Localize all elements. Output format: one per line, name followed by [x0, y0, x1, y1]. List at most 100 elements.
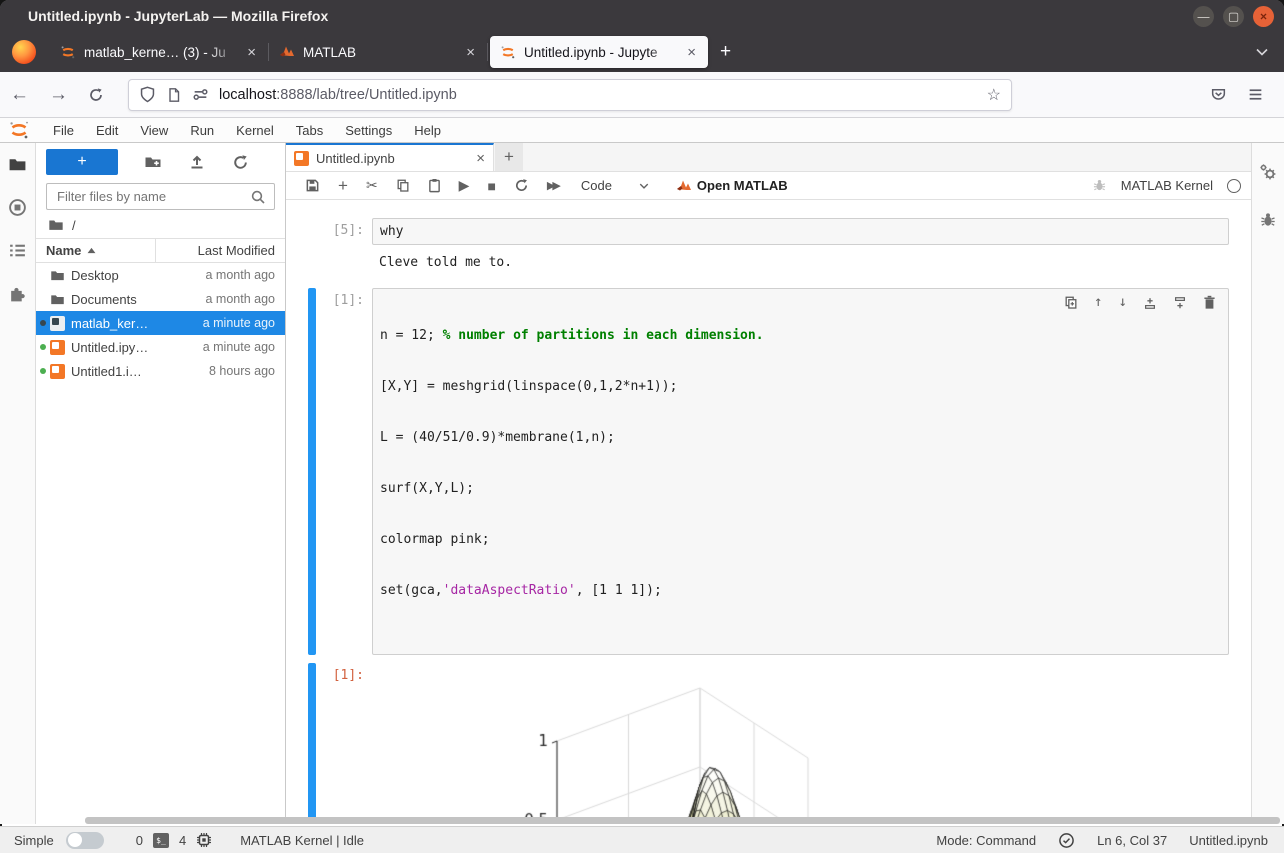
- menu-file[interactable]: File: [42, 123, 85, 138]
- notification-check-icon[interactable]: [1058, 832, 1075, 849]
- input-collapser-active[interactable]: [308, 288, 316, 655]
- kernel-name[interactable]: MATLAB Kernel: [1121, 178, 1213, 193]
- breadcrumb-root[interactable]: /: [72, 218, 76, 233]
- filter-files-text[interactable]: [55, 188, 250, 205]
- bookmark-star-icon[interactable]: ☆: [987, 85, 1001, 105]
- window-titlebar[interactable]: Untitled.ipynb - JupyterLab — Mozilla Fi…: [0, 0, 1284, 32]
- file-row-matlab-kernel-selected[interactable]: matlab_ker… a minute ago: [36, 311, 285, 335]
- table-of-contents-tab list-icon[interactable]: [8, 241, 27, 260]
- list-all-tabs-button[interactable]: [1254, 44, 1270, 60]
- pocket-icon[interactable]: [1200, 82, 1237, 107]
- input-collapser[interactable]: [308, 218, 316, 245]
- tab-close-icon[interactable]: ×: [683, 44, 700, 61]
- run-all-icon[interactable]: ▶▶: [538, 179, 567, 192]
- home-folder-icon[interactable]: [48, 217, 64, 233]
- menu-kernel[interactable]: Kernel: [225, 123, 285, 138]
- menu-view[interactable]: View: [129, 123, 179, 138]
- shield-icon[interactable]: [139, 86, 156, 103]
- file-row-documents[interactable]: Documents a month ago: [36, 287, 285, 311]
- insert-below-icon[interactable]: [1173, 296, 1187, 310]
- code-editor[interactable]: n = 12; % number of partitions in each d…: [372, 288, 1229, 655]
- file-row-untitled1[interactable]: Untitled1.i… 8 hours ago: [36, 359, 285, 383]
- firefox-window: Untitled.ipynb - JupyterLab — Mozilla Fi…: [0, 0, 1284, 853]
- cut-icon[interactable]: ✂: [357, 177, 387, 194]
- column-name[interactable]: Name: [46, 239, 156, 262]
- code-cell-2-active[interactable]: [1]: n = 12; % number of partitions in e…: [308, 288, 1229, 655]
- menu-tabs[interactable]: Tabs: [285, 123, 334, 138]
- new-folder-icon[interactable]: [144, 153, 162, 171]
- property-inspector-tab gears-icon[interactable]: [1259, 163, 1277, 181]
- insert-above-icon[interactable]: [1143, 296, 1157, 310]
- menu-edit[interactable]: Edit: [85, 123, 129, 138]
- notebook-toolbar: + ✂ ▶ ■ ▶▶ Code: [286, 172, 1251, 200]
- new-tab-button[interactable]: +: [710, 39, 741, 65]
- output-collapser-active[interactable]: [308, 663, 316, 824]
- url-bar[interactable]: localhost:8888/lab/tree/Untitled.ipynb ☆: [128, 79, 1012, 111]
- forward-button[interactable]: →: [39, 80, 78, 110]
- kernel-status[interactable]: MATLAB Kernel | Idle: [240, 833, 364, 848]
- filter-files-input[interactable]: [46, 183, 275, 210]
- close-tab-icon[interactable]: ×: [476, 150, 485, 167]
- refresh-icon[interactable]: [232, 154, 249, 171]
- horizontal-scrollbar-thumb[interactable]: [85, 817, 1280, 824]
- running-sessions-tab running-icon[interactable]: [8, 198, 27, 217]
- tab-close-icon[interactable]: ×: [462, 44, 479, 61]
- stop-icon[interactable]: ■: [478, 178, 504, 194]
- menu-run[interactable]: Run: [179, 123, 225, 138]
- cell-type-dropdown[interactable]: Code: [581, 178, 650, 193]
- browser-tab-3-active[interactable]: Untitled.ipynb - Jupyte ×: [490, 36, 708, 68]
- jupyter-icon: [500, 44, 516, 60]
- jupyterlab-menubar: File Edit View Run Kernel Tabs Settings …: [0, 118, 1284, 143]
- new-notebook-tab-button[interactable]: +: [495, 143, 523, 171]
- file-browser-tab folder-icon[interactable]: [8, 155, 27, 174]
- copy-icon[interactable]: [387, 178, 419, 193]
- code-editor[interactable]: why: [372, 218, 1229, 245]
- tab-close-icon[interactable]: ×: [243, 44, 260, 61]
- command-mode-indicator[interactable]: Mode: Command: [936, 833, 1036, 848]
- column-last-modified[interactable]: Last Modified: [156, 243, 275, 258]
- kernel-idle-circle-icon[interactable]: [1227, 179, 1241, 193]
- debugger-tab bug-icon[interactable]: [1259, 211, 1277, 229]
- save-icon[interactable]: [296, 178, 329, 193]
- menu-settings[interactable]: Settings: [334, 123, 403, 138]
- notebook-tab[interactable]: Untitled.ipynb ×: [286, 143, 494, 171]
- page-icon[interactable]: [166, 87, 182, 103]
- folder-icon: [50, 268, 65, 283]
- breadcrumb[interactable]: /: [36, 212, 285, 238]
- close-button[interactable]: ×: [1253, 6, 1274, 27]
- delete-cell-icon trash-icon[interactable]: [1203, 295, 1216, 310]
- add-cell-icon[interactable]: +: [329, 176, 357, 196]
- open-matlab-button[interactable]: Open MATLAB: [676, 178, 788, 194]
- upload-icon[interactable]: [188, 153, 206, 171]
- new-launcher-button plus-icon[interactable]: +: [46, 149, 118, 175]
- file-row-untitled[interactable]: Untitled.ipy… a minute ago: [36, 335, 285, 359]
- bug-icon[interactable]: [1092, 178, 1107, 193]
- back-button[interactable]: ←: [0, 80, 39, 110]
- minimize-button[interactable]: —: [1193, 6, 1214, 27]
- matlab-icon: [676, 178, 692, 194]
- menu-hamburger-icon[interactable]: [1237, 82, 1274, 107]
- extension-manager-tab puzzle-icon[interactable]: [8, 284, 27, 303]
- move-down-icon[interactable]: ↓: [1119, 294, 1127, 311]
- run-icon[interactable]: ▶: [450, 177, 479, 194]
- output-collapser[interactable]: [308, 251, 316, 274]
- move-up-icon[interactable]: ↑: [1094, 294, 1102, 311]
- maximize-button[interactable]: ▢: [1223, 6, 1244, 27]
- terminal-icon[interactable]: $_: [153, 833, 169, 848]
- cursor-position[interactable]: Ln 6, Col 37: [1097, 833, 1167, 848]
- firefox-icon[interactable]: [12, 40, 36, 64]
- paste-icon[interactable]: [419, 178, 450, 193]
- kernel-chip-icon[interactable]: [196, 832, 212, 848]
- permissions-sliders-icon[interactable]: [192, 86, 209, 103]
- browser-tab-2[interactable]: MATLAB ×: [269, 36, 487, 68]
- simple-mode-toggle[interactable]: [66, 832, 104, 849]
- reload-button[interactable]: [78, 83, 114, 107]
- browser-tab-1[interactable]: matlab_kerne… (3) - Ju ×: [50, 36, 268, 68]
- url-text[interactable]: localhost:8888/lab/tree/Untitled.ipynb: [219, 87, 987, 103]
- code-cell-1[interactable]: [5]: why: [308, 218, 1229, 245]
- duplicate-cell-icon[interactable]: [1064, 295, 1078, 310]
- restart-kernel-icon[interactable]: [505, 178, 538, 193]
- output-cell-2: [1]:: [308, 663, 1229, 824]
- menu-help[interactable]: Help: [403, 123, 452, 138]
- file-row-desktop[interactable]: Desktop a month ago: [36, 263, 285, 287]
